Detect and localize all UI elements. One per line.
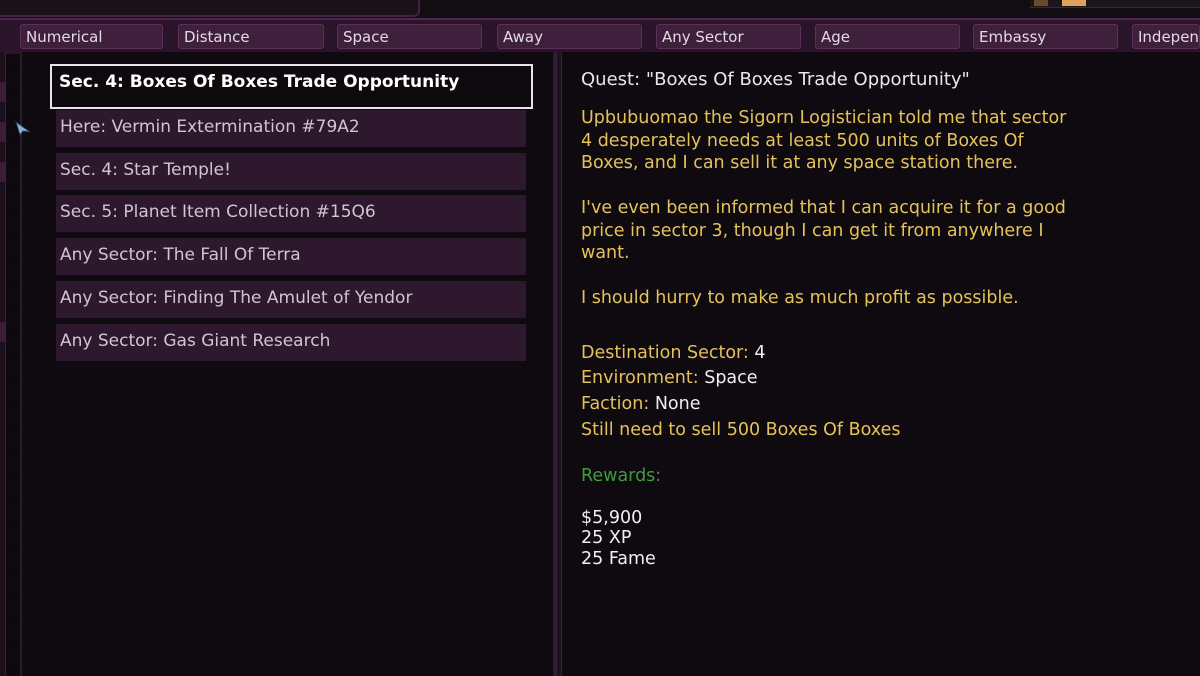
tab-independent[interactable]: Independe (1132, 24, 1200, 49)
environment-label: Environment: (581, 368, 699, 388)
edge-tick (0, 322, 5, 342)
edge-tick (0, 82, 5, 102)
destination-sector-label: Destination Sector: (581, 343, 749, 363)
quest-item-gas-giant-research[interactable]: Any Sector: Gas Giant Research (56, 324, 526, 361)
quest-item-fall-of-terra[interactable]: Any Sector: The Fall Of Terra (56, 238, 526, 275)
tab-bar: Numerical Distance Space Away Any Sector… (0, 18, 1200, 54)
tab-age[interactable]: Age (815, 24, 960, 49)
environment-value: Space (704, 368, 758, 388)
environment-row: Environment: Space (581, 367, 758, 390)
quest-item-star-temple[interactable]: Sec. 4: Star Temple! (56, 153, 526, 190)
credits-icon[interactable] (1062, 0, 1086, 6)
faction-row: Faction: None (581, 393, 700, 416)
tab-distance[interactable]: Distance (178, 24, 324, 49)
description-line: Boxes, and I can sell it at any space st… (581, 153, 1019, 173)
quest-item-vermin-extermination[interactable]: Here: Vermin Extermination #79A2 (56, 110, 526, 147)
game-screen: Numerical Distance Space Away Any Sector… (0, 0, 1200, 676)
description-line: I should hurry to make as much profit as… (581, 288, 1019, 308)
inventory-icon[interactable] (1034, 0, 1048, 6)
description-line: price in sector 3, though I can get it f… (581, 221, 1044, 241)
rewards-label: Rewards: (581, 466, 662, 486)
destination-sector-row: Destination Sector: 4 (581, 342, 766, 365)
quest-objective: Still need to sell 500 Boxes Of Boxes (581, 420, 901, 440)
reward-fame: 25 Fame (581, 549, 656, 569)
description-line: 4 desperately needs at least 500 units o… (581, 131, 1024, 151)
mouse-cursor-icon (15, 120, 31, 136)
quest-item-planet-item-collection[interactable]: Sec. 5: Planet Item Collection #15Q6 (56, 195, 526, 232)
description-line: want. (581, 243, 630, 263)
top-left-panel (0, 0, 420, 17)
left-edge-rail (0, 52, 6, 676)
destination-sector-value: 4 (754, 343, 766, 363)
faction-value: None (654, 394, 701, 414)
tab-space[interactable]: Space (337, 24, 482, 49)
edge-tick (0, 162, 5, 182)
description-line: Upbubuomao the Sigorn Logistician told m… (581, 108, 1067, 128)
quest-item-amulet-of-yendor[interactable]: Any Sector: Finding The Amulet of Yendor (56, 281, 526, 318)
faction-label: Faction: (581, 394, 650, 414)
tab-away[interactable]: Away (497, 24, 642, 49)
description-line: I've even been informed that I can acqui… (581, 198, 1066, 218)
edge-tick (0, 122, 5, 142)
tab-any-sector[interactable]: Any Sector (656, 24, 801, 49)
tab-embassy[interactable]: Embassy (973, 24, 1118, 49)
quest-title: Quest: "Boxes Of Boxes Trade Opportunity… (581, 69, 970, 90)
tab-numerical[interactable]: Numerical (20, 24, 163, 49)
reward-xp: 25 XP (581, 528, 632, 548)
quest-item-boxes-of-boxes[interactable]: Sec. 4: Boxes Of Boxes Trade Opportunity (50, 64, 533, 109)
top-right-panel (1030, 0, 1200, 8)
